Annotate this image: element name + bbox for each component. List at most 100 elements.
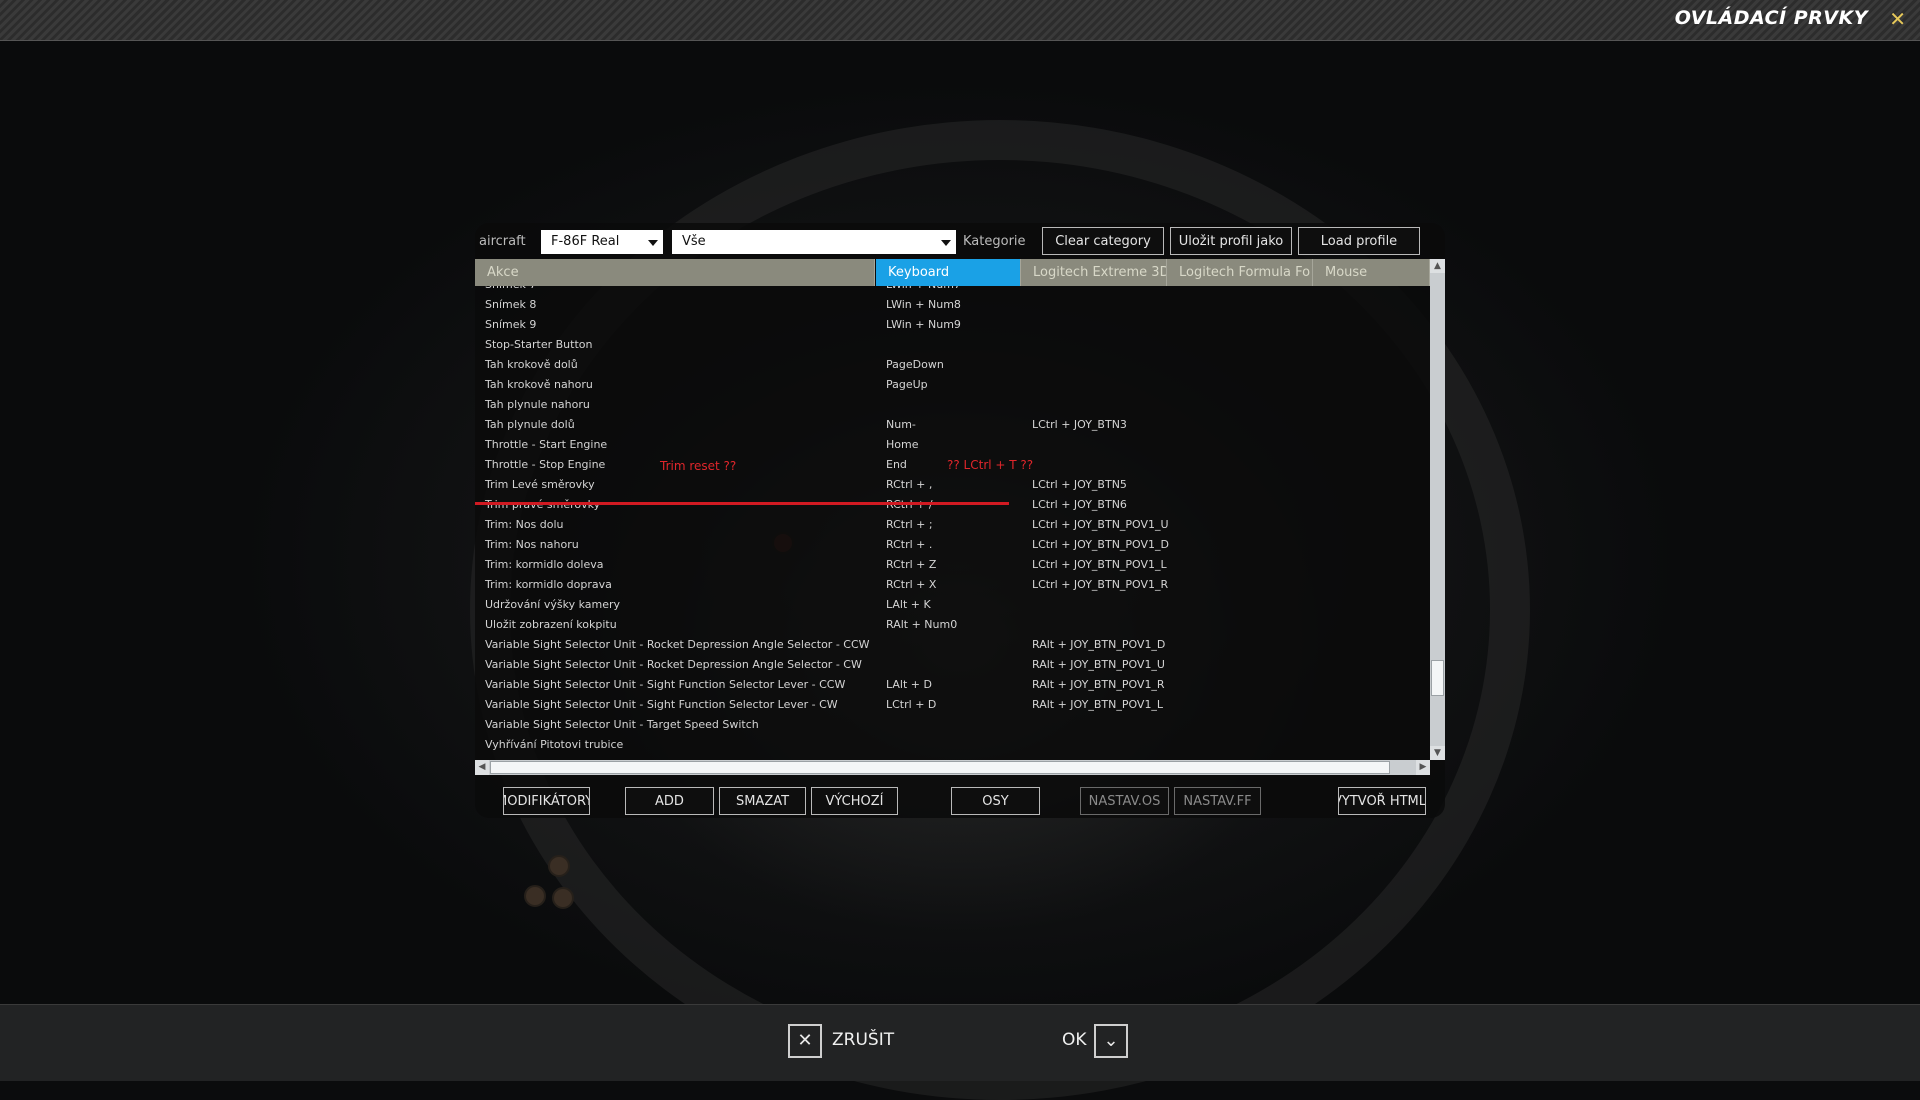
table-row[interactable]: Trim: kormidlo doleva RCtrl + Z LCtrl + JO… — [475, 555, 1430, 575]
action-cell: Throttle - Stop Engine — [485, 458, 606, 471]
close-icon: ✕ — [788, 1024, 822, 1058]
controls-toolbar: aircraft F-86F Real Vše Kategorie Clear … — [475, 223, 1445, 261]
aircraft-select[interactable]: F-86F Real — [541, 230, 663, 254]
add-button[interactable]: ADD — [625, 787, 714, 815]
chevron-down-icon — [941, 240, 951, 246]
scroll-left-icon[interactable]: ◀ — [475, 760, 489, 775]
joystick-cell: LCtrl + JOY_BTN_POV1_R — [1032, 578, 1169, 591]
category-select[interactable]: Vše — [672, 230, 956, 254]
action-cell: Trim pravé směrovky — [485, 495, 600, 515]
keyboard-cell: RAlt + Num0 — [886, 618, 958, 631]
chevron-down-icon: ⌄ — [1094, 1024, 1128, 1058]
joystick-cell: RAlt + JOY_BTN_POV1_U — [1032, 658, 1165, 671]
action-cell: Trim: kormidlo doprava — [485, 578, 612, 591]
action-cell: Stop-Starter Button — [485, 338, 593, 351]
joystick-cell: RAlt + JOY_BTN_POV1_D — [1032, 638, 1166, 651]
keyboard-cell: RCtrl + / — [886, 495, 933, 515]
joystick-cell: RAlt + JOY_BTN_POV1_L — [1032, 698, 1164, 711]
action-cell: Vyhřívání Pitotovi trubice — [485, 738, 624, 751]
action-cell: Tah plynule dolů — [485, 418, 575, 431]
action-cell: Trim Levé směrovky — [485, 478, 595, 491]
keyboard-cell: LWin + Num9 — [886, 318, 961, 331]
scroll-up-icon[interactable]: ▲ — [1430, 259, 1445, 273]
table-row[interactable]: Stop-Starter Button — [475, 335, 1430, 355]
table-row[interactable]: Snímek 8 LWin + Num8 — [475, 295, 1430, 315]
table-row[interactable]: Udržování výšky kamery LAlt + K — [475, 595, 1430, 615]
keyboard-cell: End — [886, 458, 907, 471]
defaults-button[interactable]: VÝCHOZÍ — [811, 787, 898, 815]
load-profile-button[interactable]: Load profile — [1298, 227, 1420, 255]
column-header-action[interactable]: Akce — [475, 259, 875, 286]
vertical-scrollbar[interactable]: ▲ ▼ — [1430, 259, 1445, 760]
action-cell: Variable Sight Selector Unit - Target Sp… — [485, 718, 759, 731]
scroll-down-icon[interactable]: ▼ — [1430, 746, 1445, 760]
scroll-right-icon[interactable]: ▶ — [1416, 760, 1430, 775]
modifiers-button[interactable]: MODIFIKÁTORY — [503, 787, 590, 815]
table-row[interactable]: Tah plynule nahoru — [475, 395, 1430, 415]
vertical-scroll-thumb[interactable] — [1431, 660, 1444, 696]
save-profile-as-button[interactable]: Uložit profil jako — [1170, 227, 1292, 255]
table-row[interactable]: Variable Sight Selector Unit - Sight Fun… — [475, 675, 1430, 695]
chevron-down-icon — [648, 240, 658, 246]
title-bar: OVLÁDACÍ PRVKY ✕ — [0, 0, 1920, 41]
keyboard-cell: Home — [886, 438, 919, 451]
table-row[interactable]: Tah krokově nahoru PageUp — [475, 375, 1430, 395]
table-row[interactable]: Trim Levé směrovky RCtrl + , LCtrl + JOY_B… — [475, 475, 1430, 495]
action-cell: Trim: Nos dolu — [485, 518, 564, 531]
table-row[interactable]: Snímek 9 LWin + Num9 — [475, 315, 1430, 335]
column-header-joystick[interactable]: Logitech Extreme 3D — [1021, 259, 1167, 286]
category-select-value: Vše — [682, 234, 706, 249]
table-row[interactable]: Tah plynule dolů Num- LCtrl + JOY_BTN3 — [475, 415, 1430, 435]
table-row[interactable]: Variable Sight Selector Unit - Target Sp… — [475, 715, 1430, 735]
keyboard-cell: LWin + Num7 — [886, 286, 961, 295]
table-row[interactable]: Uložit zobrazení kokpitu RAlt + Num0 — [475, 615, 1430, 635]
table-row[interactable]: Snímek 7 LWin + Num7 — [475, 286, 1430, 295]
column-header-mouse[interactable]: Mouse — [1313, 259, 1430, 286]
annotation-underline — [475, 502, 1009, 505]
action-cell: Snímek 9 — [485, 318, 537, 331]
bindings-table: Akce Keyboard Logitech Extreme 3D Logite… — [475, 259, 1430, 760]
keyboard-cell: PageDown — [886, 358, 944, 371]
joystick-cell: LCtrl + JOY_BTN_POV1_U — [1032, 518, 1169, 531]
ok-label: OK — [1062, 1030, 1087, 1050]
keyboard-cell: LCtrl + D — [886, 698, 937, 711]
aircraft-select-value: F-86F Real — [551, 234, 620, 249]
column-header-wheel[interactable]: Logitech Formula Fo — [1167, 259, 1313, 286]
horizontal-scroll-thumb[interactable] — [490, 761, 1390, 774]
close-icon[interactable]: ✕ — [1889, 7, 1906, 31]
action-cell: Udržování výšky kamery — [485, 598, 621, 611]
table-row[interactable]: Trim: kormidlo doprava RCtrl + X LCtrl + J… — [475, 575, 1430, 595]
joystick-cell: LCtrl + JOY_BTN3 — [1032, 418, 1127, 431]
table-row[interactable]: Variable Sight Selector Unit - Rocket De… — [475, 655, 1430, 675]
keyboard-cell: LWin + Num8 — [886, 298, 961, 311]
keyboard-cell: RCtrl + Z — [886, 558, 937, 571]
action-cell: Snímek 7 — [485, 286, 536, 295]
make-html-button[interactable]: VYTVOŘ HTML — [1338, 787, 1426, 815]
keyboard-cell: LAlt + D — [886, 678, 932, 691]
joystick-cell: LCtrl + JOY_BTN_POV1_L — [1032, 558, 1167, 571]
category-label: Kategorie — [963, 234, 1026, 249]
joystick-cell: RAlt + JOY_BTN_POV1_R — [1032, 678, 1165, 691]
table-row[interactable]: Tah krokově dolů PageDown — [475, 355, 1430, 375]
cancel-label: ZRUŠIT — [832, 1030, 895, 1050]
horizontal-scrollbar[interactable]: ◀ ▶ — [475, 760, 1430, 775]
axes-button[interactable]: OSY — [951, 787, 1040, 815]
table-row[interactable]: Throttle - Start Engine Home — [475, 435, 1430, 455]
aircraft-label: aircraft — [479, 234, 526, 249]
keyboard-cell: LAlt + K — [886, 598, 931, 611]
table-row[interactable]: Vyhřívání Pitotovi trubice — [475, 735, 1430, 755]
column-header-keyboard[interactable]: Keyboard — [876, 259, 1021, 286]
delete-button[interactable]: SMAZAT — [719, 787, 806, 815]
window-title: OVLÁDACÍ PRVKY — [1674, 7, 1868, 29]
table-row[interactable]: Trim: Nos dolu RCtrl + ; LCtrl + JOY_BTN_P… — [475, 515, 1430, 535]
table-row[interactable]: Variable Sight Selector Unit - Sight Fun… — [475, 695, 1430, 715]
table-row[interactable]: Variable Sight Selector Unit - Rocket De… — [475, 635, 1430, 655]
axis-settings-button[interactable]: NASTAV.OS — [1080, 787, 1169, 815]
clear-category-button[interactable]: Clear category — [1042, 227, 1164, 255]
action-cell: Variable Sight Selector Unit - Sight Fun… — [485, 678, 846, 691]
annotation-trim-reset: Trim reset ?? — [660, 459, 737, 473]
table-row[interactable]: Trim: Nos nahoru RCtrl + . LCtrl + JOY_BTN… — [475, 535, 1430, 555]
ff-settings-button[interactable]: NASTAV.FF — [1174, 787, 1261, 815]
table-row[interactable]: Trim pravé směrovky RCtrl + / LCtrl + JOY_… — [475, 495, 1430, 515]
joystick-cell: LCtrl + JOY_BTN_POV1_D — [1032, 538, 1170, 551]
